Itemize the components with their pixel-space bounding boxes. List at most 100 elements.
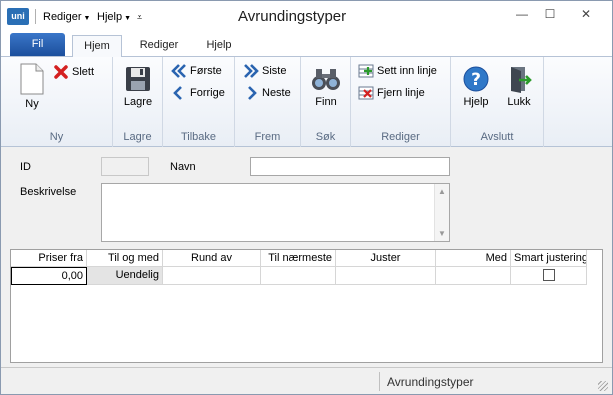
- ribbon-group-sok: Finn Søk: [301, 57, 351, 147]
- cell-med[interactable]: [436, 267, 511, 285]
- new-button-label: Ny: [25, 98, 39, 110]
- column-header-med[interactable]: Med: [436, 250, 511, 267]
- cell-rund-av[interactable]: [163, 267, 261, 285]
- cell-til-naermeste[interactable]: [261, 267, 336, 285]
- name-label: Navn: [170, 161, 196, 173]
- maximize-button[interactable]: ☐: [537, 4, 563, 24]
- remove-row-label: Fjern linje: [377, 87, 425, 99]
- exit-door-icon: [511, 67, 532, 93]
- insert-row-button[interactable]: Sett inn linje: [358, 64, 437, 78]
- close-form-button[interactable]: Lukk: [500, 65, 538, 108]
- last-button-label: Siste: [262, 65, 287, 77]
- column-header-rund-av[interactable]: Rund av: [163, 250, 261, 267]
- new-document-icon: [20, 63, 44, 95]
- remove-row-icon: [358, 86, 374, 100]
- tab-hjelp[interactable]: Hjelp: [196, 35, 242, 57]
- status-separator: [379, 372, 380, 391]
- column-header-til-naermeste[interactable]: Til nærmeste: [261, 250, 336, 267]
- delete-button-label: Slett: [72, 66, 95, 78]
- group-label-sok: Søk: [315, 131, 336, 143]
- smart-justering-checkbox[interactable]: [542, 269, 555, 281]
- table-row[interactable]: 0,00 Uendelig: [11, 267, 587, 285]
- app-logo[interactable]: uni: [7, 8, 29, 25]
- id-field: [101, 157, 149, 176]
- chevron-right-icon: [248, 86, 257, 100]
- previous-button-label: Forrige: [190, 87, 225, 99]
- remove-row-button[interactable]: Fjern linje: [358, 86, 425, 100]
- column-header-til-og-med[interactable]: Til og med: [87, 250, 163, 267]
- description-scrollbar[interactable]: ▲ ▼: [434, 184, 449, 241]
- window-title: Avrundingstyper: [238, 8, 347, 25]
- grid-header: Priser fra Til og med Rund av Til nærmes…: [11, 250, 587, 267]
- chevron-left-icon: [173, 86, 182, 100]
- previous-button[interactable]: Forrige: [171, 86, 225, 100]
- delete-button[interactable]: Slett: [53, 64, 94, 80]
- next-button-label: Neste: [262, 87, 291, 99]
- ribbon-group-tilbake: Første Forrige Tilbake: [163, 57, 235, 147]
- id-label: ID: [20, 161, 31, 173]
- cell-juster[interactable]: [336, 267, 436, 285]
- tab-rediger[interactable]: Rediger: [130, 35, 188, 57]
- column-header-juster[interactable]: Juster: [336, 250, 436, 267]
- floppy-disk-icon: [126, 67, 150, 91]
- column-header-priser-fra[interactable]: Priser fra: [11, 250, 87, 267]
- caret-down-icon: ▼: [124, 15, 132, 22]
- description-label: Beskrivelse: [20, 186, 77, 198]
- first-button-label: Første: [190, 65, 222, 77]
- minimize-button[interactable]: —: [509, 4, 535, 24]
- close-button[interactable]: ✕: [573, 4, 599, 24]
- insert-row-icon: [358, 64, 374, 78]
- title-bar: uni Rediger ▼ Hjelp ▼ ⩡ Avrundingstyper — …: [1, 1, 612, 31]
- group-label-tilbake: Tilbake: [180, 131, 217, 143]
- group-label-lagre: Lagre: [123, 131, 152, 143]
- ribbon-group-lagre: Lagre Lagre: [113, 57, 163, 147]
- find-button[interactable]: Finn: [307, 65, 345, 108]
- ribbon: Ny Slett Ny Lagre Lagre Første Forrige T…: [1, 57, 612, 147]
- qat-separator: [35, 9, 36, 24]
- menu-rediger[interactable]: Rediger ▼: [43, 11, 90, 23]
- new-button[interactable]: Ny: [15, 63, 49, 110]
- main-window: uni Rediger ▼ Hjelp ▼ ⩡ Avrundingstyper — …: [0, 0, 613, 395]
- save-button[interactable]: Lagre: [119, 65, 157, 108]
- ribbon-tabbar: Fil Hjem Rediger Hjelp: [1, 31, 612, 58]
- close-form-button-label: Lukk: [507, 96, 531, 108]
- resize-grip-icon[interactable]: [598, 381, 608, 391]
- ribbon-group-avslutt: ? Hjelp Lukk Avslutt: [451, 57, 544, 147]
- ribbon-group-frem: Siste Neste Frem: [235, 57, 301, 147]
- help-button-label: Hjelp: [463, 96, 489, 108]
- tab-fil[interactable]: Fil: [10, 33, 65, 56]
- tab-hjem[interactable]: Hjem: [72, 35, 122, 58]
- customize-qat-icon[interactable]: ⩡: [137, 12, 142, 23]
- svg-text:?: ?: [471, 70, 481, 90]
- group-label-avslutt: Avslutt: [480, 131, 514, 143]
- group-label-rediger: Rediger: [381, 131, 420, 143]
- binoculars-icon: [312, 69, 340, 90]
- help-question-icon: ?: [463, 66, 489, 92]
- description-field[interactable]: ▲ ▼: [101, 183, 450, 242]
- double-chevron-left-icon: [171, 64, 186, 78]
- header-form: ID Navn Beskrivelse ▲ ▼: [10, 150, 603, 247]
- column-header-smart-justering[interactable]: Smart justering: [511, 250, 587, 267]
- insert-row-label: Sett inn linje: [377, 65, 437, 77]
- delete-x-icon: [54, 65, 68, 79]
- rounding-grid: Priser fra Til og med Rund av Til nærmes…: [10, 249, 603, 363]
- first-button[interactable]: Første: [171, 64, 222, 78]
- menu-rediger-label: Rediger: [43, 11, 82, 23]
- menu-hjelp[interactable]: Hjelp ▼: [97, 11, 131, 23]
- name-field[interactable]: [250, 157, 450, 176]
- ribbon-group-ny: Ny Slett Ny: [1, 57, 113, 147]
- cell-til-og-med: Uendelig: [87, 267, 163, 285]
- menu-hjelp-label: Hjelp: [97, 11, 123, 23]
- scroll-down-icon[interactable]: ▼: [438, 229, 446, 238]
- cell-priser-fra[interactable]: 0,00: [11, 267, 87, 285]
- status-bar: Avrundingstyper: [1, 367, 612, 394]
- ribbon-group-rediger: Sett inn linje Fjern linje Rediger: [351, 57, 451, 147]
- next-button[interactable]: Neste: [243, 86, 291, 100]
- find-button-label: Finn: [315, 96, 337, 108]
- cell-smart-justering: [511, 267, 587, 285]
- caret-down-icon: ▼: [83, 15, 91, 22]
- scroll-up-icon[interactable]: ▲: [438, 187, 446, 196]
- help-button[interactable]: ? Hjelp: [457, 65, 495, 108]
- last-button[interactable]: Siste: [243, 64, 286, 78]
- double-chevron-right-icon: [244, 64, 259, 78]
